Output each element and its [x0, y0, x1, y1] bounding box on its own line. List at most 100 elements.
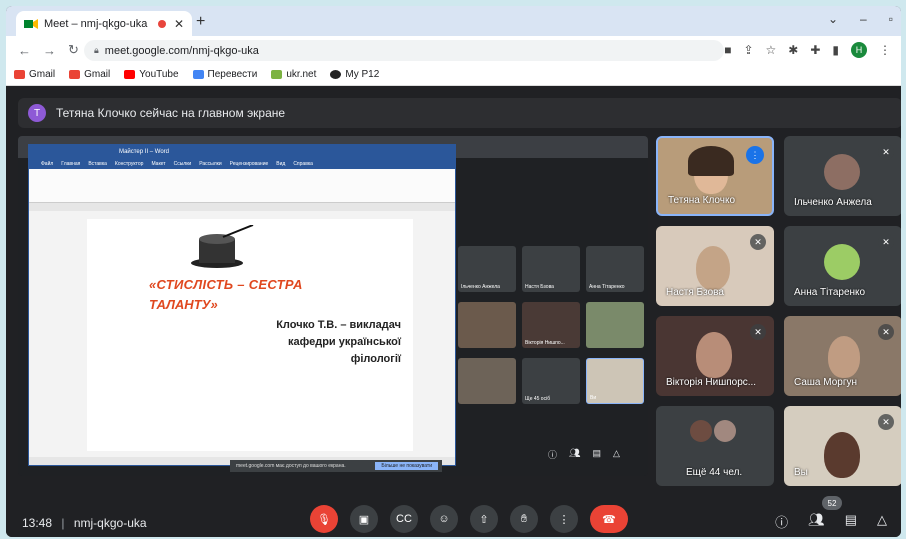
- chevron-down-icon[interactable]: ⌄: [828, 12, 838, 26]
- meeting-info: 13:48 | nmj-qkgo-uka: [22, 516, 147, 530]
- author-line1: Клочко Т.В. – викладач: [276, 319, 401, 331]
- recording-dot-icon: [157, 19, 166, 28]
- bookmark-translate[interactable]: Перевести: [192, 69, 257, 80]
- meet-favicon-icon: [24, 18, 38, 29]
- restore-icon[interactable]: ▫: [889, 12, 893, 26]
- browser-toolbar-icons: ■ ⇪ ☆ ✱ ✚ ▮ H ⋮: [724, 42, 891, 58]
- mic-off-icon: ✕: [878, 234, 894, 250]
- back-icon[interactable]: ←: [18, 43, 31, 58]
- youtube-icon: [124, 70, 136, 79]
- activities-icon: △: [612, 448, 620, 458]
- chat-icon: ▤: [592, 448, 601, 458]
- participant-video: [696, 332, 732, 378]
- slide-title-line2: ТАЛАНТУ»: [149, 297, 218, 312]
- inner-tile: Ільченко Анжела: [458, 246, 516, 292]
- participant-avatar: [714, 420, 736, 442]
- inner-tile: Анна Тітаренко: [586, 246, 644, 292]
- word-ribbon-tabs: Файл Главная Вставка Конструктор Макет С…: [29, 159, 455, 169]
- call-controls: 🎙︎ ▣ CC ☺ ⇧ ✋︎ ⋮ ☎︎: [310, 505, 628, 533]
- word-title: Майстер ІІ – Word: [29, 145, 455, 159]
- minimize-icon[interactable]: –: [860, 12, 867, 26]
- bookmark-gmail-2[interactable]: Gmail: [69, 69, 110, 80]
- participant-tile-ilchenko[interactable]: ✕ Ільченко Анжела: [784, 136, 901, 216]
- speaking-indicator-icon: ⋮: [746, 146, 764, 164]
- people-button[interactable]: 👥︎: [808, 512, 825, 531]
- inkwell-icon: [191, 225, 254, 268]
- meeting-code: nmj-qkgo-uka: [73, 516, 147, 530]
- captions-button[interactable]: CC: [390, 505, 418, 533]
- participant-name: Настя Бзова: [666, 287, 724, 298]
- activities-button[interactable]: △: [877, 512, 887, 531]
- participant-tile-morgun[interactable]: ✕ Саша Моргун: [784, 316, 901, 396]
- bookmarks-bar: Gmail Gmail YouTube Перевести ukr.net My…: [6, 64, 901, 86]
- ukrnet-icon: [271, 70, 283, 79]
- emoji-button[interactable]: ☺: [430, 505, 458, 533]
- presenting-banner: T Тетяна Клочко сейчас на главном экране: [18, 98, 901, 128]
- forward-icon[interactable]: →: [43, 43, 56, 58]
- camera-button[interactable]: ▣: [350, 505, 378, 533]
- menu-icon[interactable]: ⋮: [879, 43, 891, 57]
- participant-video: [696, 246, 730, 290]
- slide-title-line1: «СТИСЛІСТЬ – СЕСТРА: [149, 277, 303, 292]
- extension-icon[interactable]: ✱: [788, 43, 798, 57]
- new-tab-button[interactable]: +: [196, 13, 205, 31]
- mic-off-button[interactable]: 🎙︎: [310, 505, 338, 533]
- participant-name: Тетяна Клочко: [668, 195, 736, 206]
- lock-icon: 🔒︎: [94, 45, 99, 55]
- participant-tile-nyshporska[interactable]: ✕ Вікторія Нишпорс...: [656, 316, 774, 396]
- translate-icon: [192, 70, 204, 79]
- meeting-time: 13:48: [22, 516, 53, 530]
- myp12-icon: [330, 70, 342, 79]
- participant-name: Саша Моргун: [794, 377, 857, 388]
- browser-tab[interactable]: Meet – nmj-qkgo-uka ✕: [16, 11, 192, 36]
- dismiss-notice-button[interactable]: Більше не показувати: [375, 462, 438, 470]
- reload-icon[interactable]: ↻: [68, 42, 79, 58]
- chat-button[interactable]: ▤: [845, 512, 857, 531]
- tab-strip: Meet – nmj-qkgo-uka ✕ + ⌄ – ▫: [6, 6, 901, 36]
- inner-tile: Настя Бзова: [522, 246, 580, 292]
- camera-indicator-icon[interactable]: ■: [724, 43, 731, 57]
- info-icon: ⓘ: [548, 450, 558, 460]
- bookmark-ukrnet[interactable]: ukr.net: [271, 69, 316, 80]
- profile-avatar[interactable]: H: [851, 42, 867, 58]
- participant-video: [824, 432, 860, 478]
- word-window: Майстер ІІ – Word Файл Главная Вставка К…: [28, 144, 456, 466]
- inner-tile: [458, 302, 516, 348]
- bookmark-gmail[interactable]: Gmail: [14, 69, 55, 80]
- navigation-bar: ← → ↻ 🔒︎ meet.google.com/nmj-qkgo-uka ■ …: [6, 36, 901, 64]
- word-ribbon: [29, 169, 455, 203]
- puzzle-icon[interactable]: ✚: [810, 43, 820, 57]
- more-options-button[interactable]: ⋮: [550, 505, 578, 533]
- browser-window: Meet – nmj-qkgo-uka ✕ + ⌄ – ▫ ← → ↻ 🔒︎ m…: [6, 6, 901, 537]
- sidepanel-icon[interactable]: ▮: [832, 43, 839, 57]
- screen-share-notice: meet.google.com має доступ до вашого екр…: [230, 460, 442, 472]
- tab-title: Meet – nmj-qkgo-uka: [44, 17, 148, 30]
- info-button[interactable]: ⓘ: [775, 512, 788, 531]
- participant-hair: [688, 146, 734, 176]
- participant-video: [828, 336, 860, 378]
- author-block: Клочко Т.В. – викладач кафедри українськ…: [276, 317, 401, 368]
- participant-name: Анна Тітаренко: [794, 287, 866, 298]
- self-tile[interactable]: ✕ Вы: [784, 406, 901, 486]
- people-icon: 👥︎: [569, 448, 581, 458]
- participant-tile-klochko[interactable]: ⋮ Тетяна Клочко: [656, 136, 774, 216]
- raise-hand-button[interactable]: ✋︎: [510, 505, 538, 533]
- participant-tile-bzova[interactable]: ✕ Настя Бзова: [656, 226, 774, 306]
- mic-off-icon: ✕: [750, 234, 766, 250]
- bookmark-myp12[interactable]: My P12: [330, 69, 379, 80]
- participant-tile-titarenko[interactable]: ✕ Анна Тітаренко: [784, 226, 901, 306]
- more-participants-tile[interactable]: Ещё 44 чел.: [656, 406, 774, 486]
- share-icon[interactable]: ⇪: [743, 43, 753, 57]
- shared-screen: Майстер ІІ – Word Файл Главная Вставка К…: [18, 136, 648, 476]
- author-line3: філології: [350, 353, 401, 365]
- bookmark-youtube[interactable]: YouTube: [124, 69, 179, 80]
- address-bar[interactable]: 🔒︎ meet.google.com/nmj-qkgo-uka: [84, 40, 724, 61]
- bookmark-star-icon[interactable]: ☆: [766, 43, 777, 57]
- mic-off-icon: ✕: [878, 144, 894, 160]
- close-tab-icon[interactable]: ✕: [174, 17, 184, 31]
- end-call-button[interactable]: ☎︎: [590, 505, 628, 533]
- url-text: meet.google.com/nmj-qkgo-uka: [104, 44, 259, 57]
- document-page: «СТИСЛІСТЬ – СЕСТРА ТАЛАНТУ» Клочко Т.В.…: [87, 219, 413, 451]
- mic-off-icon: ✕: [878, 414, 894, 430]
- present-button[interactable]: ⇧: [470, 505, 498, 533]
